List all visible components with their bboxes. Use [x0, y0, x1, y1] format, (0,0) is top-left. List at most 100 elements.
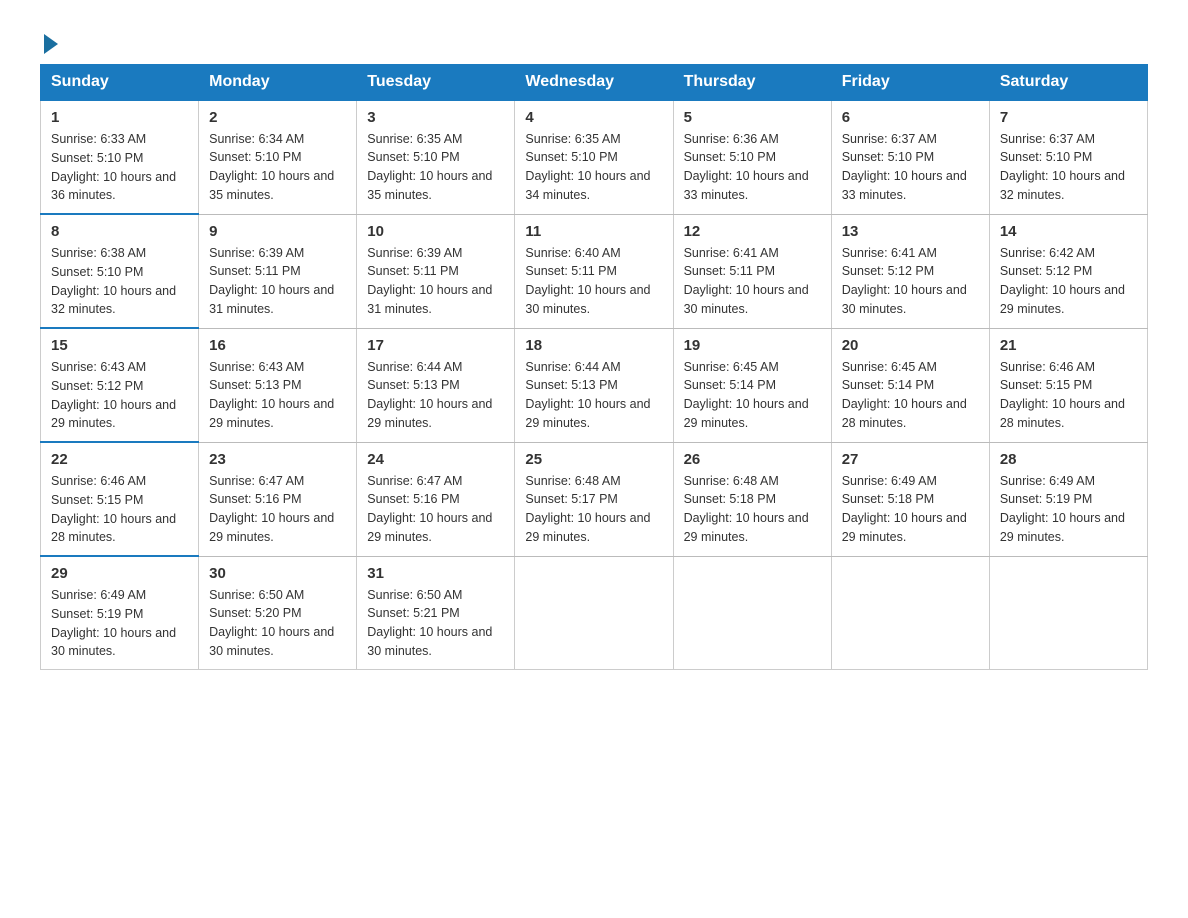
calendar-cell: [989, 556, 1147, 670]
calendar-row-3: 15 Sunrise: 6:43 AM Sunset: 5:12 PM Dayl…: [41, 328, 1148, 442]
calendar-cell: 18 Sunrise: 6:44 AM Sunset: 5:13 PM Dayl…: [515, 328, 673, 442]
calendar-cell: 25 Sunrise: 6:48 AM Sunset: 5:17 PM Dayl…: [515, 442, 673, 556]
day-number: 5: [684, 109, 821, 126]
day-info: Sunrise: 6:34 AM Sunset: 5:10 PM Dayligh…: [209, 130, 346, 205]
weekday-header-saturday: Saturday: [989, 65, 1147, 101]
day-info: Sunrise: 6:39 AM Sunset: 5:11 PM Dayligh…: [367, 244, 504, 319]
day-info: Sunrise: 6:33 AM Sunset: 5:10 PM Dayligh…: [51, 130, 188, 205]
calendar-cell: 30 Sunrise: 6:50 AM Sunset: 5:20 PM Dayl…: [199, 556, 357, 670]
weekday-header-row: SundayMondayTuesdayWednesdayThursdayFrid…: [41, 65, 1148, 101]
day-info: Sunrise: 6:39 AM Sunset: 5:11 PM Dayligh…: [209, 244, 346, 319]
day-number: 29: [51, 565, 188, 582]
day-info: Sunrise: 6:35 AM Sunset: 5:10 PM Dayligh…: [525, 130, 662, 205]
day-info: Sunrise: 6:50 AM Sunset: 5:20 PM Dayligh…: [209, 586, 346, 661]
day-info: Sunrise: 6:44 AM Sunset: 5:13 PM Dayligh…: [367, 358, 504, 433]
calendar-cell: 8 Sunrise: 6:38 AM Sunset: 5:10 PM Dayli…: [41, 214, 199, 328]
calendar-row-1: 1 Sunrise: 6:33 AM Sunset: 5:10 PM Dayli…: [41, 100, 1148, 214]
day-number: 6: [842, 109, 979, 126]
day-number: 23: [209, 451, 346, 468]
day-number: 7: [1000, 109, 1137, 126]
weekday-header-tuesday: Tuesday: [357, 65, 515, 101]
weekday-header-friday: Friday: [831, 65, 989, 101]
day-info: Sunrise: 6:41 AM Sunset: 5:11 PM Dayligh…: [684, 244, 821, 319]
calendar-cell: 27 Sunrise: 6:49 AM Sunset: 5:18 PM Dayl…: [831, 442, 989, 556]
day-number: 13: [842, 223, 979, 240]
calendar-cell: 13 Sunrise: 6:41 AM Sunset: 5:12 PM Dayl…: [831, 214, 989, 328]
day-number: 30: [209, 565, 346, 582]
calendar-cell: 3 Sunrise: 6:35 AM Sunset: 5:10 PM Dayli…: [357, 100, 515, 214]
calendar-row-4: 22 Sunrise: 6:46 AM Sunset: 5:15 PM Dayl…: [41, 442, 1148, 556]
calendar-cell: 14 Sunrise: 6:42 AM Sunset: 5:12 PM Dayl…: [989, 214, 1147, 328]
day-number: 2: [209, 109, 346, 126]
day-info: Sunrise: 6:42 AM Sunset: 5:12 PM Dayligh…: [1000, 244, 1137, 319]
day-info: Sunrise: 6:40 AM Sunset: 5:11 PM Dayligh…: [525, 244, 662, 319]
calendar-cell: 15 Sunrise: 6:43 AM Sunset: 5:12 PM Dayl…: [41, 328, 199, 442]
calendar-cell: 23 Sunrise: 6:47 AM Sunset: 5:16 PM Dayl…: [199, 442, 357, 556]
calendar-cell: 22 Sunrise: 6:46 AM Sunset: 5:15 PM Dayl…: [41, 442, 199, 556]
weekday-header-sunday: Sunday: [41, 65, 199, 101]
day-info: Sunrise: 6:48 AM Sunset: 5:17 PM Dayligh…: [525, 472, 662, 547]
calendar-cell: 10 Sunrise: 6:39 AM Sunset: 5:11 PM Dayl…: [357, 214, 515, 328]
calendar-cell: 24 Sunrise: 6:47 AM Sunset: 5:16 PM Dayl…: [357, 442, 515, 556]
calendar-cell: 28 Sunrise: 6:49 AM Sunset: 5:19 PM Dayl…: [989, 442, 1147, 556]
day-info: Sunrise: 6:37 AM Sunset: 5:10 PM Dayligh…: [1000, 130, 1137, 205]
calendar-cell: 26 Sunrise: 6:48 AM Sunset: 5:18 PM Dayl…: [673, 442, 831, 556]
logo: [40, 30, 58, 54]
calendar-cell: 5 Sunrise: 6:36 AM Sunset: 5:10 PM Dayli…: [673, 100, 831, 214]
day-number: 26: [684, 451, 821, 468]
day-number: 22: [51, 451, 188, 468]
day-number: 12: [684, 223, 821, 240]
day-number: 19: [684, 337, 821, 354]
day-number: 17: [367, 337, 504, 354]
calendar-cell: [673, 556, 831, 670]
calendar-cell: 12 Sunrise: 6:41 AM Sunset: 5:11 PM Dayl…: [673, 214, 831, 328]
day-number: 18: [525, 337, 662, 354]
calendar-row-5: 29 Sunrise: 6:49 AM Sunset: 5:19 PM Dayl…: [41, 556, 1148, 670]
calendar-cell: 7 Sunrise: 6:37 AM Sunset: 5:10 PM Dayli…: [989, 100, 1147, 214]
day-info: Sunrise: 6:47 AM Sunset: 5:16 PM Dayligh…: [209, 472, 346, 547]
day-info: Sunrise: 6:45 AM Sunset: 5:14 PM Dayligh…: [842, 358, 979, 433]
day-info: Sunrise: 6:49 AM Sunset: 5:19 PM Dayligh…: [1000, 472, 1137, 547]
day-number: 16: [209, 337, 346, 354]
day-info: Sunrise: 6:49 AM Sunset: 5:19 PM Dayligh…: [51, 586, 188, 661]
day-info: Sunrise: 6:46 AM Sunset: 5:15 PM Dayligh…: [51, 472, 188, 547]
day-info: Sunrise: 6:46 AM Sunset: 5:15 PM Dayligh…: [1000, 358, 1137, 433]
day-number: 3: [367, 109, 504, 126]
calendar-body: 1 Sunrise: 6:33 AM Sunset: 5:10 PM Dayli…: [41, 100, 1148, 670]
calendar-cell: [831, 556, 989, 670]
calendar-cell: 4 Sunrise: 6:35 AM Sunset: 5:10 PM Dayli…: [515, 100, 673, 214]
day-number: 24: [367, 451, 504, 468]
calendar-cell: 29 Sunrise: 6:49 AM Sunset: 5:19 PM Dayl…: [41, 556, 199, 670]
calendar-cell: 31 Sunrise: 6:50 AM Sunset: 5:21 PM Dayl…: [357, 556, 515, 670]
day-number: 21: [1000, 337, 1137, 354]
calendar-cell: 9 Sunrise: 6:39 AM Sunset: 5:11 PM Dayli…: [199, 214, 357, 328]
day-info: Sunrise: 6:49 AM Sunset: 5:18 PM Dayligh…: [842, 472, 979, 547]
calendar-table: SundayMondayTuesdayWednesdayThursdayFrid…: [40, 64, 1148, 670]
weekday-header-monday: Monday: [199, 65, 357, 101]
weekday-header-wednesday: Wednesday: [515, 65, 673, 101]
calendar-cell: 6 Sunrise: 6:37 AM Sunset: 5:10 PM Dayli…: [831, 100, 989, 214]
calendar-cell: 19 Sunrise: 6:45 AM Sunset: 5:14 PM Dayl…: [673, 328, 831, 442]
day-info: Sunrise: 6:43 AM Sunset: 5:13 PM Dayligh…: [209, 358, 346, 433]
calendar-header: SundayMondayTuesdayWednesdayThursdayFrid…: [41, 65, 1148, 101]
day-info: Sunrise: 6:43 AM Sunset: 5:12 PM Dayligh…: [51, 358, 188, 433]
day-info: Sunrise: 6:44 AM Sunset: 5:13 PM Dayligh…: [525, 358, 662, 433]
day-info: Sunrise: 6:36 AM Sunset: 5:10 PM Dayligh…: [684, 130, 821, 205]
calendar-cell: 21 Sunrise: 6:46 AM Sunset: 5:15 PM Dayl…: [989, 328, 1147, 442]
calendar-cell: 20 Sunrise: 6:45 AM Sunset: 5:14 PM Dayl…: [831, 328, 989, 442]
day-number: 11: [525, 223, 662, 240]
day-number: 14: [1000, 223, 1137, 240]
calendar-cell: 11 Sunrise: 6:40 AM Sunset: 5:11 PM Dayl…: [515, 214, 673, 328]
day-info: Sunrise: 6:50 AM Sunset: 5:21 PM Dayligh…: [367, 586, 504, 661]
calendar-row-2: 8 Sunrise: 6:38 AM Sunset: 5:10 PM Dayli…: [41, 214, 1148, 328]
day-number: 10: [367, 223, 504, 240]
calendar-cell: 17 Sunrise: 6:44 AM Sunset: 5:13 PM Dayl…: [357, 328, 515, 442]
day-number: 27: [842, 451, 979, 468]
day-info: Sunrise: 6:45 AM Sunset: 5:14 PM Dayligh…: [684, 358, 821, 433]
day-number: 15: [51, 337, 188, 354]
calendar-cell: 2 Sunrise: 6:34 AM Sunset: 5:10 PM Dayli…: [199, 100, 357, 214]
day-number: 28: [1000, 451, 1137, 468]
calendar-cell: [515, 556, 673, 670]
day-number: 25: [525, 451, 662, 468]
day-info: Sunrise: 6:48 AM Sunset: 5:18 PM Dayligh…: [684, 472, 821, 547]
